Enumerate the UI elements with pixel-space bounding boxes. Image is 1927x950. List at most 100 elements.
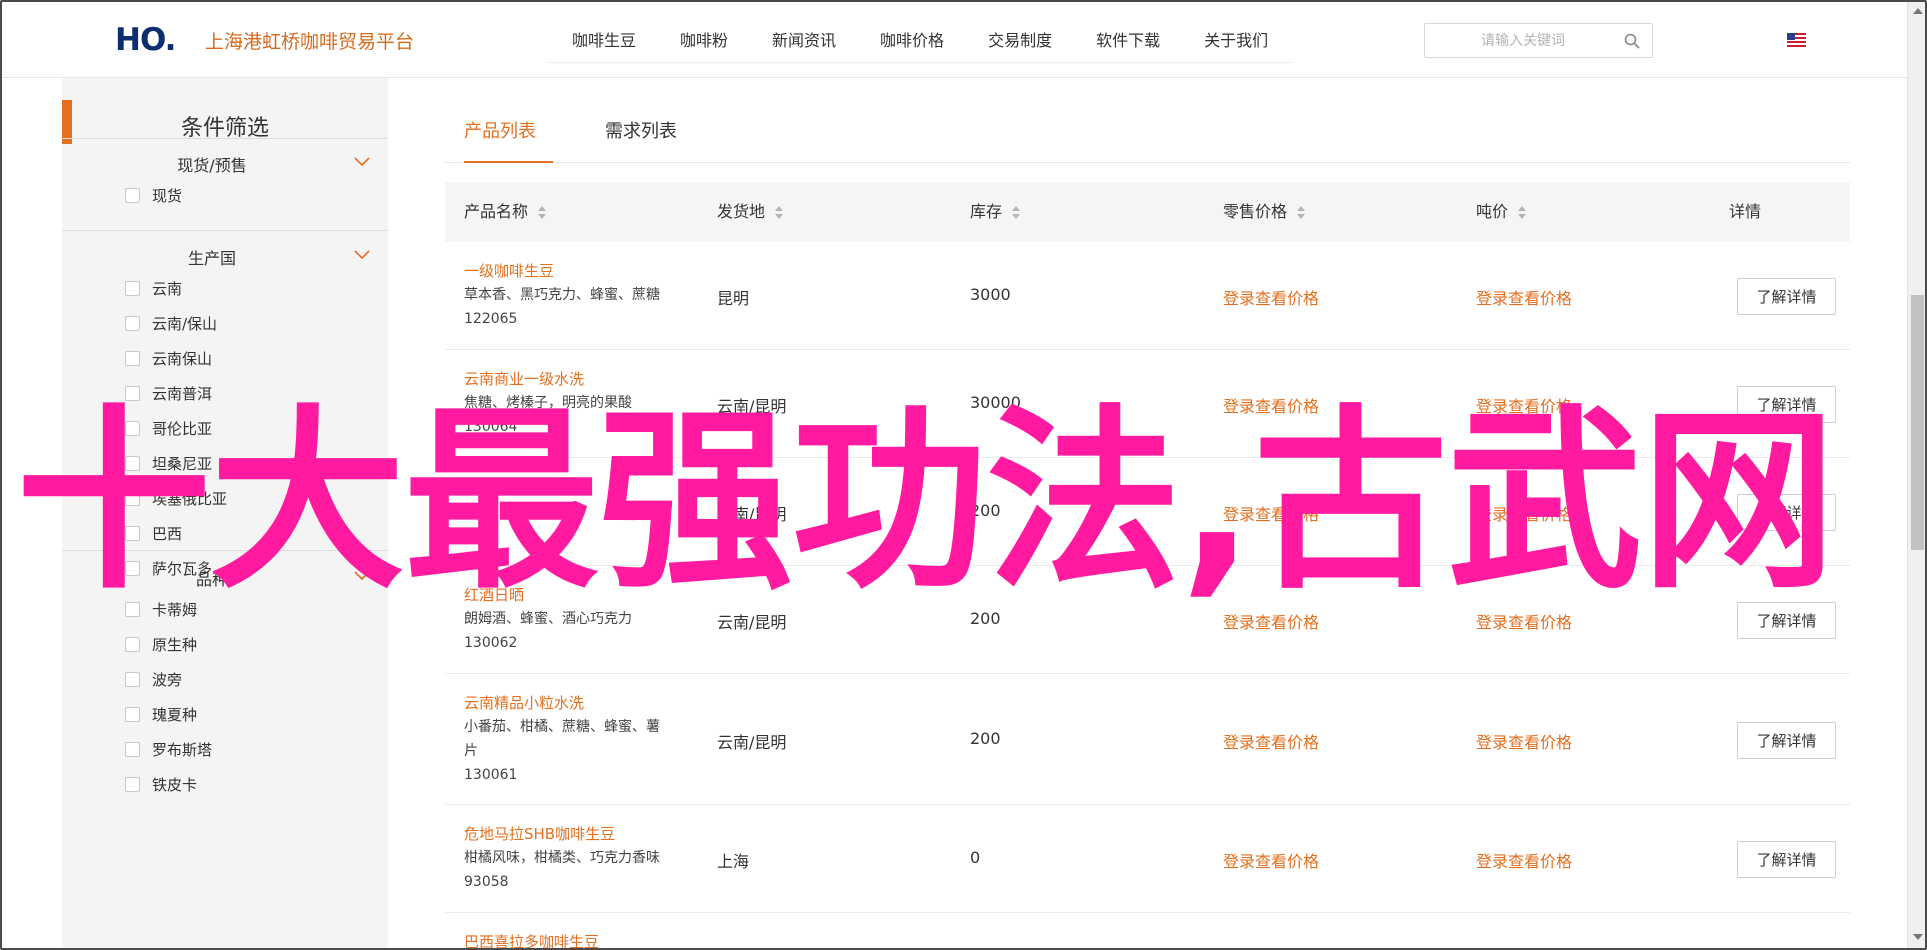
retail-price-login-link[interactable]: 登录查看价格 bbox=[1223, 609, 1319, 633]
filter-sidebar: 条件筛选 现货/预售 现货 生产国 云南 云南/保山 云南保山 云南普洱 哥伦比亚 坦桑尼亚 埃塞… bbox=[62, 78, 388, 948]
filter-option[interactable]: 卡蒂姆 bbox=[125, 599, 197, 619]
retail-price-login-link[interactable]: 登录查看价格 bbox=[1223, 848, 1319, 872]
sort-icon[interactable] bbox=[775, 205, 784, 219]
scroll-up-arrow-icon[interactable] bbox=[1913, 8, 1923, 14]
column-header[interactable]: 发货地 bbox=[717, 182, 784, 242]
product-title-link[interactable]: 危地马拉SHB咖啡生豆 bbox=[464, 822, 679, 846]
sidebar-divider bbox=[62, 550, 388, 551]
sort-icon[interactable] bbox=[538, 205, 547, 219]
search-icon[interactable] bbox=[1624, 33, 1640, 49]
view-details-button[interactable]: 了解详情 bbox=[1737, 841, 1836, 878]
nav-item[interactable]: 交易制度 bbox=[988, 18, 1052, 63]
search-input[interactable] bbox=[1425, 24, 1615, 57]
us-flag-icon[interactable] bbox=[1787, 33, 1806, 47]
filter-option[interactable]: 罗布斯塔 bbox=[125, 739, 212, 759]
ton-price-login-link[interactable]: 登录查看价格 bbox=[1476, 393, 1572, 417]
filter-option[interactable]: 瑰夏种 bbox=[125, 704, 197, 724]
table-row: 一级咖啡生豆 草本香、黑巧克力、蜂蜜、蔗糖 122065 昆明 3000 登录查看价格 登录… bbox=[445, 242, 1850, 350]
scroll-down-arrow-icon[interactable] bbox=[1913, 934, 1923, 940]
tab-demand-list[interactable]: 需求列表 bbox=[605, 114, 677, 163]
chevron-down-icon[interactable] bbox=[354, 157, 370, 167]
checkbox[interactable] bbox=[125, 420, 140, 436]
column-header[interactable]: 零售价格 bbox=[1223, 182, 1306, 242]
column-header[interactable]: 库存 bbox=[970, 182, 1021, 242]
filter-option[interactable]: 现货 bbox=[125, 185, 182, 205]
view-details-button[interactable]: 了解详情 bbox=[1737, 721, 1836, 759]
filter-group-title[interactable]: 现货/预售 bbox=[62, 152, 362, 176]
sort-icon[interactable] bbox=[1012, 205, 1021, 219]
checkbox[interactable] bbox=[125, 187, 140, 203]
checkbox[interactable] bbox=[125, 525, 140, 541]
product-title-link[interactable]: 巴西喜拉多咖啡生豆 bbox=[464, 930, 679, 948]
product-title-link[interactable]: 红酒日晒 bbox=[464, 583, 679, 607]
tab-product-list[interactable]: 产品列表 bbox=[464, 114, 553, 163]
filter-option[interactable]: 波旁 bbox=[125, 669, 182, 689]
filter-option[interactable]: 云南保山 bbox=[125, 348, 212, 368]
checkbox[interactable] bbox=[125, 741, 140, 757]
checkbox[interactable] bbox=[125, 636, 140, 652]
page-scrollbar[interactable] bbox=[1907, 2, 1925, 948]
filter-option[interactable]: 坦桑尼亚 bbox=[125, 453, 212, 473]
ton-price-login-link[interactable]: 登录查看价格 bbox=[1476, 285, 1572, 309]
filter-option[interactable]: 云南普洱 bbox=[125, 383, 212, 403]
nav-item[interactable]: 关于我们 bbox=[1204, 18, 1268, 63]
column-header-label: 详情 bbox=[1729, 202, 1762, 221]
sort-icon[interactable] bbox=[1518, 205, 1527, 219]
view-details-button[interactable]: 了解详情 bbox=[1737, 602, 1836, 639]
retail-price-login-link[interactable]: 登录查看价格 bbox=[1223, 285, 1319, 309]
checkbox[interactable] bbox=[125, 601, 140, 617]
retail-price-login-link[interactable]: 登录查看价格 bbox=[1223, 393, 1319, 417]
checkbox[interactable] bbox=[125, 455, 140, 471]
checkbox[interactable] bbox=[125, 671, 140, 687]
filter-option[interactable]: 哥伦比亚 bbox=[125, 418, 212, 438]
retail-price-login-link[interactable]: 登录查看价格 bbox=[1223, 729, 1319, 753]
filter-option[interactable]: 云南/保山 bbox=[125, 313, 217, 333]
filter-group-title[interactable]: 生产国 bbox=[62, 245, 362, 269]
site-name[interactable]: 上海港虹桥咖啡贸易平台 bbox=[205, 27, 414, 54]
product-title-link[interactable]: 云南精品小粒水洗 bbox=[464, 691, 679, 715]
filter-option[interactable]: 埃塞俄比亚 bbox=[125, 488, 227, 508]
column-header[interactable]: 吨价 bbox=[1476, 182, 1527, 242]
site-logo[interactable]: HO. bbox=[115, 22, 176, 58]
nav-item[interactable]: 咖啡生豆 bbox=[572, 18, 636, 63]
ton-price-login-link[interactable]: 登录查看价格 bbox=[1476, 609, 1572, 633]
sort-icon[interactable] bbox=[1297, 205, 1306, 219]
stock-cell: 30000 bbox=[970, 393, 1021, 412]
stock-cell: 200 bbox=[970, 501, 1001, 520]
filter-option[interactable]: 原生种 bbox=[125, 634, 197, 654]
checkbox[interactable] bbox=[125, 776, 140, 792]
checkbox[interactable] bbox=[125, 706, 140, 722]
ton-price-login-link[interactable]: 登录查看价格 bbox=[1476, 501, 1572, 525]
nav-item[interactable]: 咖啡价格 bbox=[880, 18, 944, 63]
view-details-button[interactable]: 了解详情 bbox=[1737, 386, 1836, 423]
stock-cell: 200 bbox=[970, 609, 1001, 628]
product-title-link[interactable]: 一级咖啡生豆 bbox=[464, 259, 679, 283]
retail-price-login-link[interactable]: 登录查看价格 bbox=[1223, 501, 1319, 525]
nav-item[interactable]: 新闻资讯 bbox=[772, 18, 836, 63]
view-details-button[interactable]: 了解详情 bbox=[1737, 278, 1836, 315]
ton-price-login-link[interactable]: 登录查看价格 bbox=[1476, 729, 1572, 753]
checkbox[interactable] bbox=[125, 385, 140, 401]
filter-option[interactable]: 铁皮卡 bbox=[125, 774, 197, 794]
view-details-button[interactable]: 了解详情 bbox=[1737, 494, 1836, 531]
ton-price-login-link[interactable]: 登录查看价格 bbox=[1476, 848, 1572, 872]
product-title-link[interactable]: 云南商业一级水洗 bbox=[464, 367, 679, 391]
product-code: 130064 bbox=[464, 419, 518, 435]
filter-option[interactable]: 云南 bbox=[125, 278, 182, 298]
checkbox[interactable] bbox=[125, 280, 140, 296]
filter-option-label: 云南/保山 bbox=[152, 314, 218, 333]
checkbox[interactable] bbox=[125, 350, 140, 366]
main-nav: 咖啡生豆 咖啡粉 新闻资讯 咖啡价格 交易制度 软件下载 关于我们 bbox=[547, 18, 1292, 63]
filter-option-label: 瑰夏种 bbox=[152, 705, 198, 724]
product-description: 柑橘风味，柑橘类、巧克力香味 bbox=[464, 850, 660, 866]
chevron-down-icon[interactable] bbox=[354, 250, 370, 260]
checkbox[interactable] bbox=[125, 490, 140, 506]
nav-item[interactable]: 软件下载 bbox=[1096, 18, 1160, 63]
chevron-down-icon[interactable] bbox=[354, 571, 370, 581]
filter-option[interactable]: 巴西 bbox=[125, 523, 182, 543]
scroll-thumb[interactable] bbox=[1911, 295, 1924, 550]
filter-group-title[interactable]: 品种 bbox=[62, 566, 362, 590]
checkbox[interactable] bbox=[125, 315, 140, 331]
column-header[interactable]: 产品名称 bbox=[464, 182, 547, 242]
nav-item[interactable]: 咖啡粉 bbox=[680, 18, 728, 63]
